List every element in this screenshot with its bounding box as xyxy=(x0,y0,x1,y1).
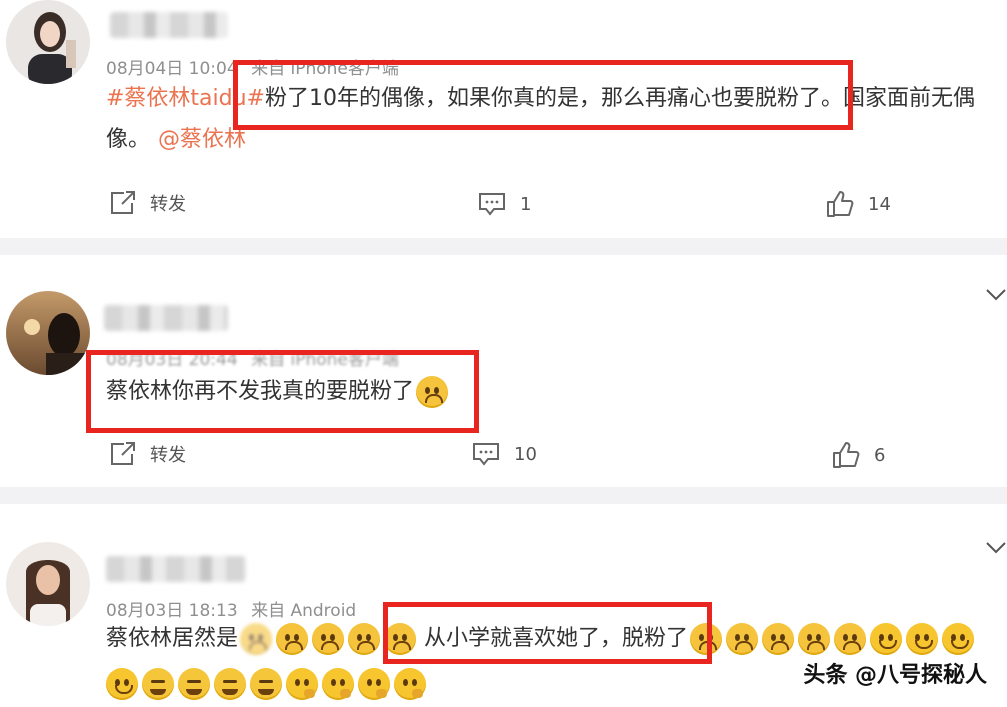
hashtag-link[interactable]: #蔡依林taidu# xyxy=(106,86,265,111)
repost-icon xyxy=(111,191,135,214)
timestamp: 08月04日 10:04 xyxy=(106,59,238,79)
emoji-cry-icon xyxy=(348,623,381,655)
post-meta: 08月04日 10:04 来自 iPhone客户端 xyxy=(106,54,399,79)
emoji-cry-icon xyxy=(240,623,273,655)
source: 来自 iPhone客户端 xyxy=(251,350,399,370)
comment-button[interactable]: 1 xyxy=(478,192,531,216)
emoji-cry-icon xyxy=(762,623,795,655)
post-text: 蔡依林居然是 从小学就喜欢她了，脱粉了 xyxy=(106,620,975,658)
post-meta: 08月03日 18:13 来自 Android xyxy=(106,596,356,621)
emoji-cry-icon xyxy=(726,623,759,655)
avatar[interactable] xyxy=(6,0,90,84)
post-text: #蔡依林taidu#粉了10年的偶像，如果你真的是，那么再痛心也要脱粉了。国家面… xyxy=(106,80,975,118)
emoji-cry-icon xyxy=(416,376,449,408)
emoji-squint-icon xyxy=(178,668,210,700)
like-button[interactable]: 14 xyxy=(826,190,891,218)
mention-link[interactable]: @蔡依林 xyxy=(158,127,246,152)
emoji-smile-icon xyxy=(906,623,939,655)
like-icon xyxy=(833,442,860,468)
emoji-cry-icon xyxy=(834,623,867,655)
comment-count: 10 xyxy=(514,443,537,465)
repost-label: 转发 xyxy=(150,445,186,466)
like-button[interactable]: 6 xyxy=(832,441,885,469)
post-text-line1: 粉了10年的偶像，如果你真的是，那么再痛心也要脱粉了。国家面前无偶 xyxy=(265,86,975,111)
emoji-cry-icon xyxy=(276,623,309,655)
emoji-squint-icon xyxy=(214,668,246,700)
comment-button[interactable]: 10 xyxy=(472,442,537,466)
comment-icon xyxy=(479,193,505,216)
emoji-smile-icon xyxy=(106,668,138,700)
post-text: 蔡依林你再不发我真的要脱粉了 xyxy=(106,373,449,411)
like-count: 6 xyxy=(874,444,886,466)
timestamp: 08月03日 18:13 xyxy=(106,601,238,621)
emoji-cry-icon xyxy=(798,623,831,655)
source: 来自 Android xyxy=(251,601,357,621)
username-blurred[interactable] xyxy=(104,305,228,331)
like-icon xyxy=(827,191,854,217)
avatar[interactable] xyxy=(6,542,90,626)
emoji-think-icon xyxy=(286,668,318,700)
post-meta: 08月03日 20:44 来自 iPhone客户端 xyxy=(106,345,399,370)
timestamp: 08月03日 20:44 xyxy=(106,350,238,370)
repost-label: 转发 xyxy=(150,194,186,215)
emoji-think-icon xyxy=(322,668,354,700)
post-card-2: 08月03日 20:44 来自 iPhone客户端 蔡依林你再不发我真的要脱粉了… xyxy=(0,255,1007,487)
emoji-smile-icon xyxy=(870,623,903,655)
repost-button[interactable]: 转发 xyxy=(108,190,186,216)
repost-icon xyxy=(111,442,135,465)
emoji-cry-icon xyxy=(384,623,417,655)
post-text-highlight: 从小学就喜欢她了，脱粉了 xyxy=(424,626,689,651)
username-blurred[interactable] xyxy=(106,556,246,582)
comment-icon xyxy=(473,443,499,466)
repost-button[interactable]: 转发 xyxy=(108,441,186,467)
emoji-think-icon xyxy=(358,668,390,700)
chevron-down-icon[interactable] xyxy=(986,289,1006,301)
chevron-down-icon[interactable] xyxy=(986,542,1006,554)
username-blurred[interactable] xyxy=(110,12,228,38)
post-text-start: 蔡依林居然是 xyxy=(106,626,239,651)
separator xyxy=(0,487,1007,504)
separator xyxy=(0,238,1007,255)
emoji-row xyxy=(106,668,426,700)
emoji-cry-icon xyxy=(690,623,723,655)
like-count: 14 xyxy=(868,193,891,215)
post-card-1: 08月04日 10:04 来自 iPhone客户端 #蔡依林taidu#粉了10… xyxy=(0,0,1007,238)
watermark: 头条 @八号探秘人 xyxy=(803,663,987,688)
post-text-2: 像。 @蔡依林 xyxy=(106,121,246,159)
emoji-squint-icon xyxy=(250,668,282,700)
emoji-smile-icon xyxy=(942,623,975,655)
emoji-think-icon xyxy=(394,668,426,700)
source: 来自 iPhone客户端 xyxy=(251,59,399,79)
post-text-line2: 像。 xyxy=(106,127,151,152)
comment-count: 1 xyxy=(520,193,532,215)
post-text-line1: 蔡依林你再不发我真的要脱粉了 xyxy=(106,379,415,404)
emoji-squint-icon xyxy=(142,668,174,700)
avatar[interactable] xyxy=(6,291,90,375)
emoji-cry-icon xyxy=(312,623,345,655)
